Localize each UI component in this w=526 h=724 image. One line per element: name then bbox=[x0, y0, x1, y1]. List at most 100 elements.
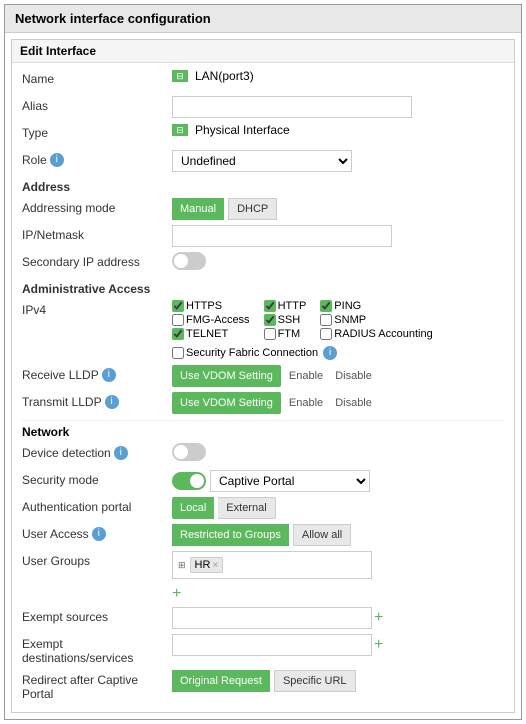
user-groups-row: User Groups ⊞ HR × + bbox=[22, 551, 504, 602]
user-access-row: User Access i Restricted to Groups Allow… bbox=[22, 524, 504, 546]
role-value: Undefined bbox=[172, 150, 504, 172]
exempt-sources-label: Exempt sources bbox=[22, 607, 172, 624]
ssh-checkbox[interactable] bbox=[264, 314, 276, 326]
redirect-value: Original Request Specific URL bbox=[172, 670, 504, 692]
transmit-lldp-enable[interactable]: Enable bbox=[285, 395, 327, 411]
transmit-lldp-info-icon[interactable]: i bbox=[105, 395, 119, 409]
transmit-lldp-label: Transmit LLDP i bbox=[22, 392, 172, 409]
radius-checkbox[interactable] bbox=[320, 328, 332, 340]
addressing-mode-row: Addressing mode Manual DHCP bbox=[22, 198, 504, 220]
alias-value: LAN bbox=[172, 96, 504, 118]
security-mode-row: Security mode Captive Portal bbox=[22, 470, 504, 492]
secfab-label: Security Fabric Connection bbox=[186, 347, 318, 359]
network-section-title: Network bbox=[22, 420, 504, 439]
device-detection-value bbox=[172, 443, 504, 461]
exempt-dest-input[interactable] bbox=[172, 634, 372, 656]
manual-button[interactable]: Manual bbox=[172, 198, 224, 220]
exempt-dest-plus[interactable]: + bbox=[374, 637, 383, 653]
https-label: HTTPS bbox=[186, 300, 222, 312]
hr-tag-icon: ⊞ bbox=[178, 560, 186, 571]
fmg-checkbox[interactable] bbox=[172, 314, 184, 326]
user-groups-value: ⊞ HR × + bbox=[172, 551, 504, 602]
alias-label: Alias bbox=[22, 96, 172, 113]
transmit-lldp-row: Transmit LLDP i Use VDOM Setting Enable … bbox=[22, 392, 504, 414]
snmp-checkbox[interactable] bbox=[320, 314, 332, 326]
security-mode-select[interactable]: Captive Portal bbox=[210, 470, 370, 492]
secondary-ip-row: Secondary IP address bbox=[22, 252, 504, 274]
ping-label: PING bbox=[334, 300, 361, 312]
page-container: Network interface configuration Edit Int… bbox=[4, 4, 522, 720]
checkbox-ftm: FTM bbox=[264, 328, 307, 340]
type-label: Type bbox=[22, 123, 172, 140]
ip-netmask-row: IP/Netmask 10.0.1.254/255.255.255.0 bbox=[22, 225, 504, 247]
secondary-ip-label: Secondary IP address bbox=[22, 252, 172, 269]
type-value: ⊟ Physical Interface bbox=[172, 123, 504, 137]
https-checkbox[interactable] bbox=[172, 300, 184, 312]
restricted-button[interactable]: Restricted to Groups bbox=[172, 524, 289, 546]
user-access-value: Restricted to Groups Allow all bbox=[172, 524, 504, 546]
receive-lldp-vdom-button[interactable]: Use VDOM Setting bbox=[172, 365, 281, 387]
address-section-title: Address bbox=[22, 180, 504, 194]
name-value: ⊟ LAN(port3) bbox=[172, 69, 504, 83]
ip-netmask-label: IP/Netmask bbox=[22, 225, 172, 242]
name-text: LAN(port3) bbox=[195, 69, 254, 83]
redirect-label: Redirect after Captive Portal bbox=[22, 670, 172, 701]
checkbox-telnet: TELNET bbox=[172, 328, 250, 340]
ftm-label: FTM bbox=[278, 328, 301, 340]
specific-url-button[interactable]: Specific URL bbox=[274, 670, 356, 692]
role-select[interactable]: Undefined bbox=[172, 150, 352, 172]
name-label: Name bbox=[22, 69, 172, 86]
addressing-mode-value: Manual DHCP bbox=[172, 198, 504, 220]
checkbox-secfab: Security Fabric Connection i bbox=[172, 346, 337, 360]
type-interface-icon: ⊟ bbox=[172, 124, 188, 136]
transmit-lldp-vdom-button[interactable]: Use VDOM Setting bbox=[172, 392, 281, 414]
user-groups-add: + bbox=[172, 586, 181, 602]
exempt-dest-value: + bbox=[172, 634, 504, 656]
alias-input[interactable]: LAN bbox=[172, 96, 412, 118]
type-row: Type ⊟ Physical Interface bbox=[22, 123, 504, 145]
user-access-info-icon[interactable]: i bbox=[92, 527, 106, 541]
receive-lldp-enable[interactable]: Enable bbox=[285, 368, 327, 384]
redirect-row: Redirect after Captive Portal Original R… bbox=[22, 670, 504, 701]
receive-lldp-info-icon[interactable]: i bbox=[102, 368, 116, 382]
user-groups-plus-icon[interactable]: + bbox=[172, 585, 181, 602]
secfab-checkbox[interactable] bbox=[172, 347, 184, 359]
dhcp-button[interactable]: DHCP bbox=[228, 198, 277, 220]
interface-icon: ⊟ bbox=[172, 70, 188, 82]
ipv4-label: IPv4 bbox=[22, 300, 172, 317]
form-body: Name ⊟ LAN(port3) Alias LAN Type ⊟ Physi… bbox=[12, 63, 514, 712]
http-checkbox[interactable] bbox=[264, 300, 276, 312]
user-groups-input[interactable]: ⊞ HR × bbox=[172, 551, 372, 579]
exempt-dest-row: Exempt destinations/services + bbox=[22, 634, 504, 665]
external-button[interactable]: External bbox=[218, 497, 275, 519]
local-button[interactable]: Local bbox=[172, 497, 214, 519]
secondary-ip-value bbox=[172, 252, 504, 270]
ftm-checkbox[interactable] bbox=[264, 328, 276, 340]
checkbox-ping: PING bbox=[320, 300, 432, 312]
device-detection-toggle[interactable] bbox=[172, 443, 206, 461]
exempt-sources-input[interactable] bbox=[172, 607, 372, 629]
telnet-checkbox[interactable] bbox=[172, 328, 184, 340]
section-header: Edit Interface bbox=[12, 40, 514, 63]
checkbox-snmp: SNMP bbox=[320, 314, 432, 326]
original-request-button[interactable]: Original Request bbox=[172, 670, 270, 692]
user-groups-label: User Groups bbox=[22, 551, 172, 568]
exempt-sources-plus[interactable]: + bbox=[374, 610, 383, 626]
receive-lldp-value: Use VDOM Setting Enable Disable bbox=[172, 365, 504, 387]
ip-netmask-input[interactable]: 10.0.1.254/255.255.255.0 bbox=[172, 225, 392, 247]
secondary-ip-toggle[interactable] bbox=[172, 252, 206, 270]
allow-all-button[interactable]: Allow all bbox=[293, 524, 351, 546]
security-mode-toggle[interactable] bbox=[172, 472, 206, 490]
ping-checkbox[interactable] bbox=[320, 300, 332, 312]
checkbox-grid: HTTPS HTTP PING FMG-Access bbox=[172, 300, 439, 340]
secfab-info-icon[interactable]: i bbox=[323, 346, 337, 360]
transmit-lldp-disable[interactable]: Disable bbox=[331, 395, 376, 411]
exempt-dest-label: Exempt destinations/services bbox=[22, 634, 172, 665]
hr-tag-close[interactable]: × bbox=[212, 560, 218, 571]
role-info-icon[interactable]: i bbox=[50, 153, 64, 167]
device-detection-info-icon[interactable]: i bbox=[114, 446, 128, 460]
role-label: Role i bbox=[22, 150, 172, 167]
receive-lldp-label: Receive LLDP i bbox=[22, 365, 172, 382]
security-mode-label: Security mode bbox=[22, 470, 172, 487]
receive-lldp-disable[interactable]: Disable bbox=[331, 368, 376, 384]
